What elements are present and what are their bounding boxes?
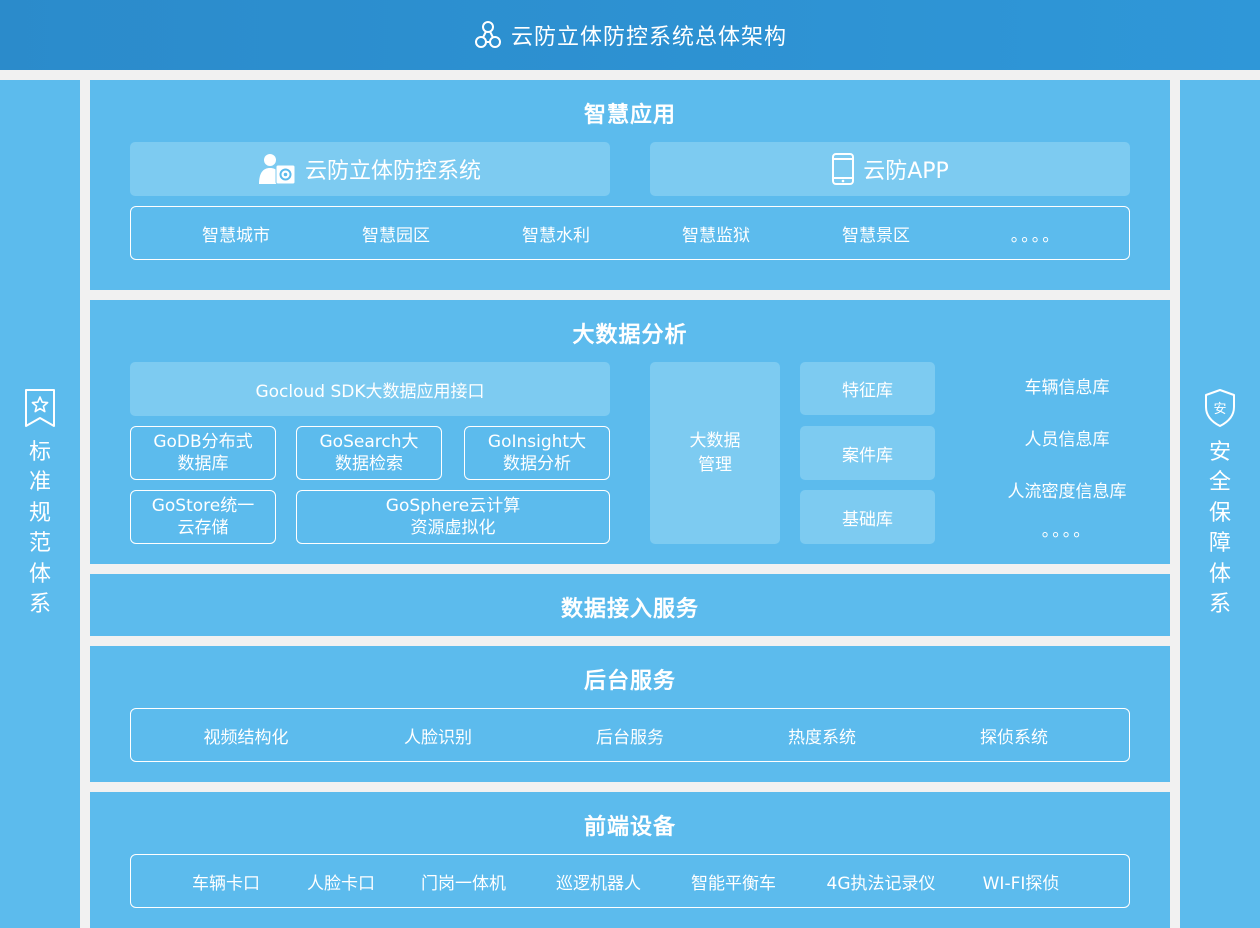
library-box: 特征库 bbox=[800, 362, 935, 415]
sdk-label: Gocloud SDK大数据应用接口 bbox=[255, 381, 485, 402]
header-bar: 云防立体防控系统总体架构 bbox=[0, 0, 1260, 70]
right-pillar-label: 安全保障体系 bbox=[1208, 439, 1231, 618]
backend-item: 视频结构化 bbox=[203, 727, 289, 748]
info-db-label: 人员信息库 bbox=[1024, 430, 1110, 450]
goinsight-line: GoInsight大 bbox=[487, 432, 587, 452]
smart-app-item: 智慧城市 bbox=[202, 225, 270, 246]
smart-app-list: 智慧城市 智慧园区 智慧水利 智慧监狱 智慧景区 。。。。 bbox=[130, 206, 1130, 260]
section-big-data: 大数据分析 Gocloud SDK大数据应用接口 GoDB分布式 数据库 GoS… bbox=[90, 300, 1170, 564]
frontend-item: 车辆卡口 bbox=[192, 873, 260, 894]
library-box: 案件库 bbox=[800, 426, 935, 480]
section-title: 智慧应用 bbox=[583, 103, 676, 128]
godb-line: 数据库 bbox=[177, 454, 229, 474]
library-label: 案件库 bbox=[842, 445, 893, 466]
frontend-item: 智能平衡车 bbox=[691, 873, 776, 894]
gosearch-line: GoSearch大 bbox=[319, 432, 419, 452]
operator-gear-icon bbox=[258, 154, 295, 185]
backend-item: 热度系统 bbox=[788, 727, 856, 748]
section-backend: 后台服务 视频结构化 人脸识别 后台服务 热度系统 探侦系统 bbox=[90, 646, 1170, 782]
frontend-item: 巡逻机器人 bbox=[556, 873, 641, 894]
system-box: 云防立体防控系统 bbox=[130, 142, 610, 196]
goinsight-box: GoInsight大 数据分析 bbox=[464, 426, 610, 480]
info-db-label: 车辆信息库 bbox=[1024, 378, 1110, 398]
frontend-item: WI-FI探侦 bbox=[982, 873, 1060, 894]
smartphone-icon bbox=[832, 153, 855, 185]
sdk-box: Gocloud SDK大数据应用接口 bbox=[130, 362, 610, 416]
gostore-line: GoStore统一 bbox=[151, 496, 255, 516]
left-pillar-standards: 标准规范体系 bbox=[0, 80, 80, 928]
godb-line: GoDB分布式 bbox=[153, 432, 253, 452]
system-box-label: 云防立体防控系统 bbox=[304, 159, 481, 184]
gosphere-line: GoSphere云计算 bbox=[385, 496, 521, 516]
frontend-item: 门岗一体机 bbox=[421, 873, 506, 894]
management-line: 大数据 bbox=[689, 431, 741, 451]
gosearch-box: GoSearch大 数据检索 bbox=[296, 426, 442, 480]
info-db-label: 人流密度信息库 bbox=[1007, 482, 1127, 502]
svg-text:安: 安 bbox=[1213, 402, 1226, 417]
network-nodes-icon bbox=[474, 21, 501, 48]
info-db-ellipsis: 。。。。 bbox=[1041, 521, 1093, 541]
section-title: 大数据分析 bbox=[572, 323, 688, 348]
section-data-access: 数据接入服务 bbox=[90, 574, 1170, 636]
frontend-item: 4G执法记录仪 bbox=[826, 873, 936, 894]
smart-app-item: 智慧水利 bbox=[522, 225, 590, 246]
management-box: 大数据 管理 bbox=[650, 362, 780, 544]
gosphere-line: 资源虚拟化 bbox=[410, 518, 496, 538]
library-label: 特征库 bbox=[842, 381, 893, 401]
page-title: 云防立体防控系统总体架构 bbox=[510, 25, 787, 50]
app-box-label: 云防APP bbox=[863, 159, 949, 184]
right-pillar-security: 安 安全保障体系 bbox=[1180, 80, 1260, 928]
library-box: 基础库 bbox=[800, 490, 935, 544]
gostore-line: 云存储 bbox=[177, 518, 229, 538]
section-smart-app: 智慧应用 云防立体防控系统 云防APP 智慧城市 智慧园区 智慧水利 智慧监狱 bbox=[90, 80, 1170, 290]
backend-item: 探侦系统 bbox=[980, 727, 1048, 748]
gosearch-line: 数据检索 bbox=[335, 454, 403, 474]
gosphere-box: GoSphere云计算 资源虚拟化 bbox=[296, 490, 610, 544]
section-frontend: 前端设备 车辆卡口 人脸卡口 门岗一体机 巡逻机器人 智能平衡车 4G执法记录仪… bbox=[90, 792, 1170, 928]
management-line: 管理 bbox=[698, 455, 732, 475]
frontend-list: 车辆卡口 人脸卡口 门岗一体机 巡逻机器人 智能平衡车 4G执法记录仪 WI-F… bbox=[130, 854, 1130, 908]
library-label: 基础库 bbox=[842, 509, 893, 530]
godb-box: GoDB分布式 数据库 bbox=[130, 426, 276, 480]
section-title: 后台服务 bbox=[583, 669, 676, 694]
app-box: 云防APP bbox=[650, 142, 1130, 196]
smart-app-item-ellipsis: 。。。。 bbox=[1010, 225, 1062, 246]
backend-list: 视频结构化 人脸识别 后台服务 热度系统 探侦系统 bbox=[130, 708, 1130, 762]
shield-icon: 安 bbox=[1205, 388, 1235, 427]
smart-app-item: 智慧园区 bbox=[362, 225, 430, 246]
smart-app-item: 智慧景区 bbox=[842, 225, 910, 246]
section-title: 数据接入服务 bbox=[560, 597, 699, 622]
bookmark-star-icon bbox=[25, 388, 55, 427]
left-pillar-label: 标准规范体系 bbox=[28, 439, 51, 618]
frontend-item: 人脸卡口 bbox=[307, 873, 375, 894]
backend-item: 人脸识别 bbox=[404, 727, 472, 748]
backend-item: 后台服务 bbox=[596, 727, 664, 748]
goinsight-line: 数据分析 bbox=[503, 454, 571, 474]
smart-app-item: 智慧监狱 bbox=[682, 225, 750, 246]
gostore-box: GoStore统一 云存储 bbox=[130, 490, 276, 544]
section-title: 前端设备 bbox=[583, 815, 676, 840]
